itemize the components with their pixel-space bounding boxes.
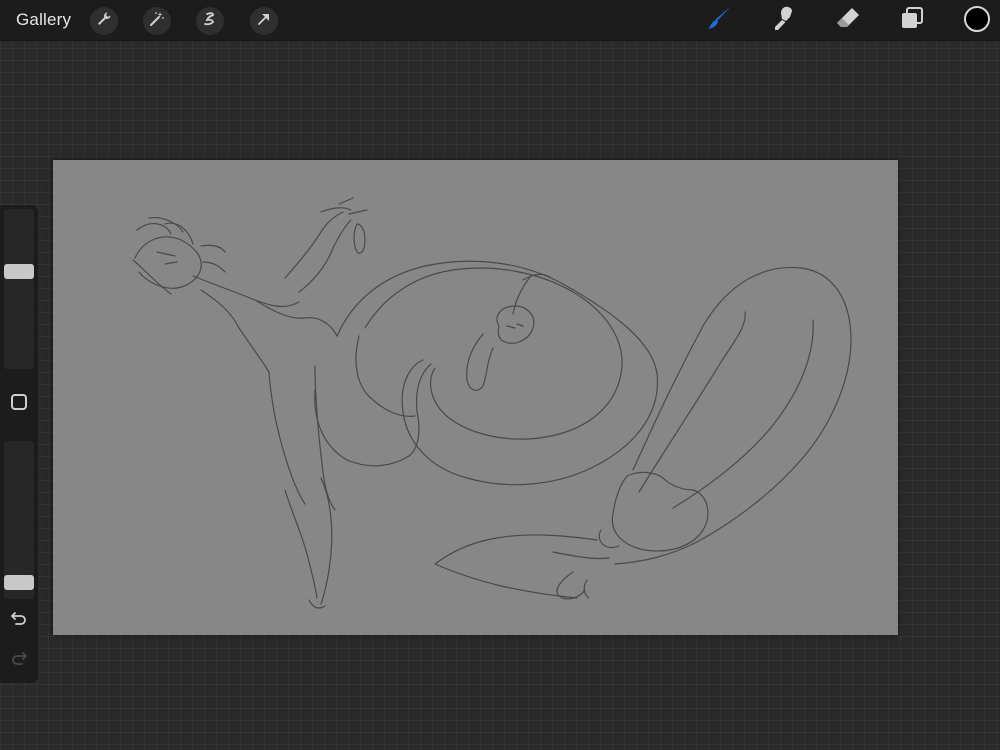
modify-button[interactable] — [11, 394, 27, 410]
redo-icon — [10, 651, 28, 672]
layers-icon — [897, 3, 927, 38]
left-sidebar — [0, 205, 38, 683]
transform-button[interactable] — [250, 7, 278, 35]
opacity-slider[interactable] — [4, 441, 34, 599]
drawing-canvas[interactable] — [53, 160, 898, 635]
brush-icon — [704, 3, 734, 38]
gallery-button[interactable]: Gallery — [16, 10, 71, 30]
opacity-slider-thumb[interactable] — [4, 575, 34, 590]
transform-arrow-icon — [256, 11, 272, 32]
top-toolbar: Gallery — [0, 0, 1000, 41]
brush-tool-button[interactable] — [703, 4, 735, 36]
brush-size-slider[interactable] — [4, 209, 34, 369]
actions-button[interactable] — [90, 7, 118, 35]
selection-button[interactable] — [196, 7, 224, 35]
layers-button[interactable] — [896, 4, 928, 36]
sketch-artwork — [132, 197, 852, 609]
color-picker-button[interactable] — [964, 6, 990, 32]
smudge-icon — [768, 3, 798, 38]
undo-button[interactable] — [9, 611, 29, 631]
adjustments-button[interactable] — [143, 7, 171, 35]
smudge-tool-button[interactable] — [767, 4, 799, 36]
eraser-icon — [833, 3, 863, 38]
magic-wand-icon — [149, 11, 165, 32]
redo-button[interactable] — [9, 651, 29, 671]
brush-size-slider-thumb[interactable] — [4, 264, 34, 279]
wrench-icon — [96, 11, 112, 32]
selection-icon — [202, 11, 218, 32]
undo-icon — [10, 611, 28, 632]
eraser-tool-button[interactable] — [832, 4, 864, 36]
